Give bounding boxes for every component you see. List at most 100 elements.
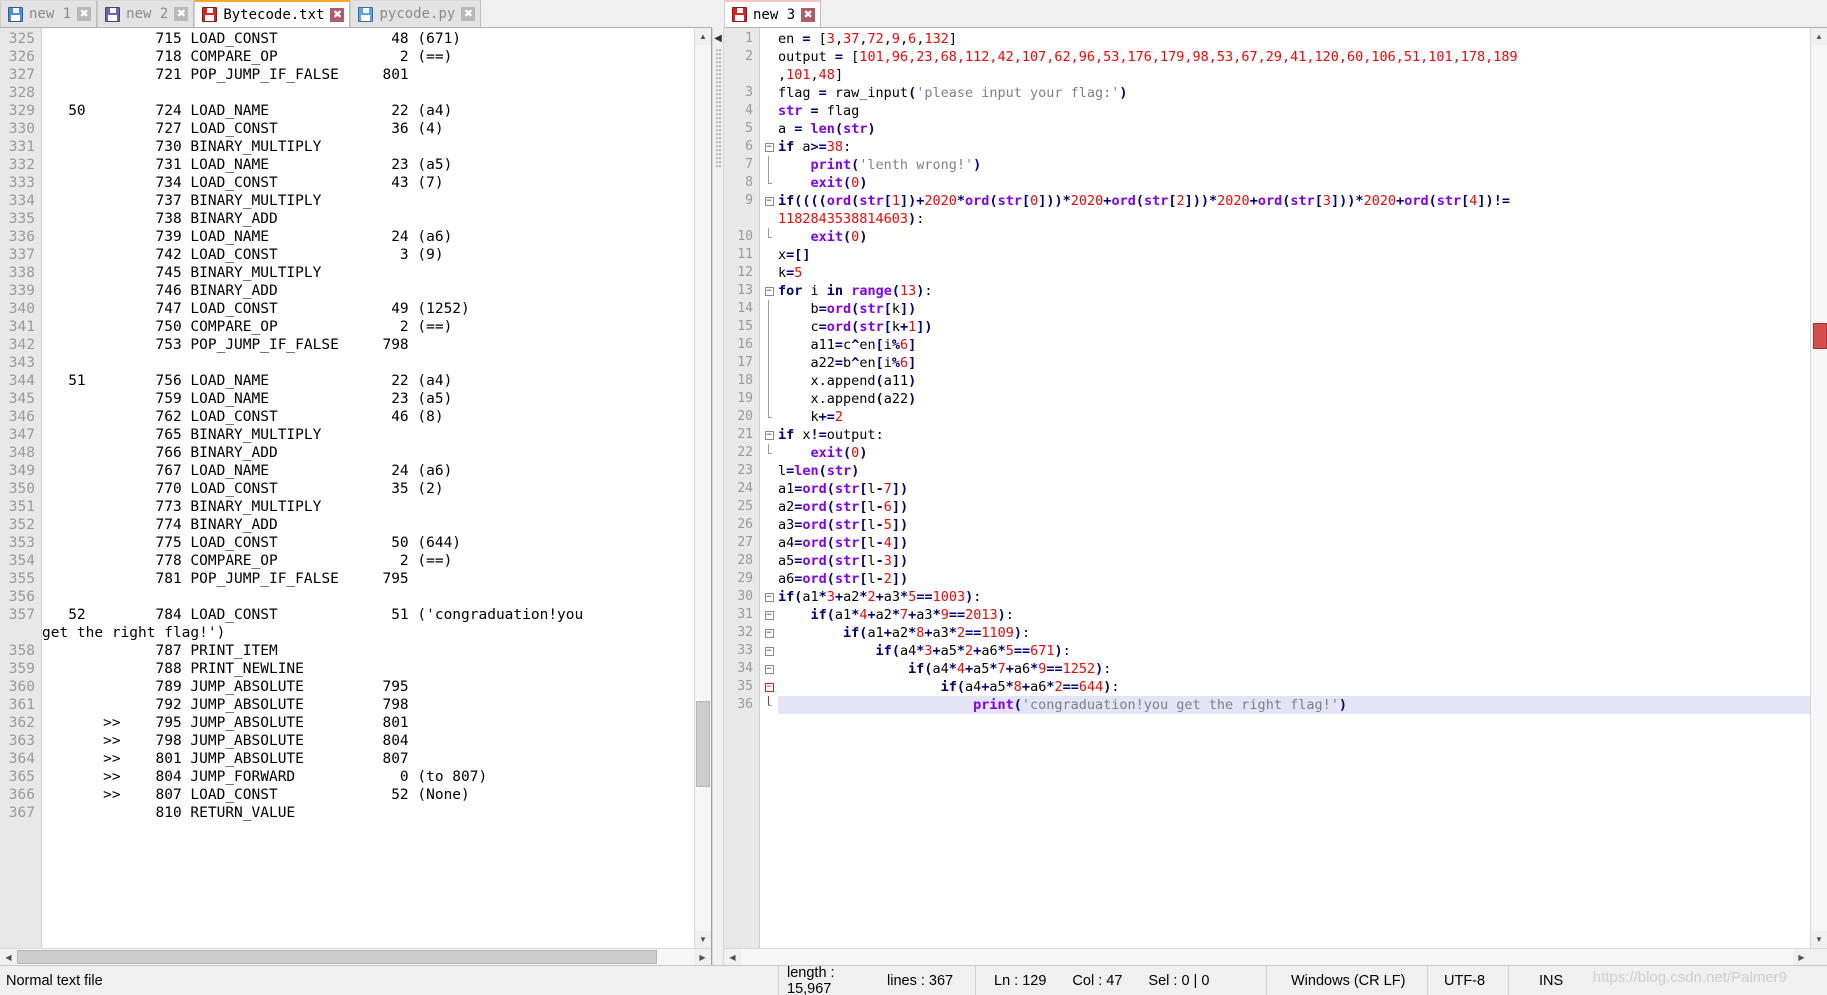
tabstrip-left[interactable]: new 1 ✖ new 2 ✖ Bytecode.txt ✖ pycode.py ✖ — [0, 0, 712, 28]
code-line[interactable]: exit(0) — [778, 174, 1810, 192]
bytecode-line[interactable]: 747 LOAD_CONST 49 (1252) — [42, 300, 694, 318]
fold-collapse-icon[interactable]: − — [764, 142, 774, 152]
bytecode-line[interactable]: 738 BINARY_ADD — [42, 210, 694, 228]
scroll-down-button-left[interactable]: ▼ — [695, 931, 711, 948]
code-line[interactable]: if a>=38: — [778, 138, 1810, 156]
close-icon[interactable]: ✖ — [801, 7, 816, 22]
scroll-right-button-left[interactable]: ▶ — [694, 949, 711, 965]
code-folding-margin[interactable]: − − − − − − − − − − — [760, 28, 778, 948]
bytecode-line[interactable]: >> 804 JUMP_FORWARD 0 (to 807) — [42, 768, 694, 786]
bytecode-line[interactable]: 739 LOAD_NAME 24 (a6) — [42, 228, 694, 246]
code-line[interactable]: if x!=output: — [778, 426, 1810, 444]
code-line[interactable]: print('lenth wrong!') — [778, 156, 1810, 174]
fold-marker[interactable] — [760, 318, 778, 336]
code-line[interactable]: output = [101,96,23,68,112,42,107,62,96,… — [778, 48, 1810, 66]
scroll-left-button-left[interactable]: ◀ — [0, 949, 17, 965]
vertical-scroll-track-right[interactable] — [1811, 45, 1827, 931]
code-line[interactable]: a22=b^en[i%6] — [778, 354, 1810, 372]
fold-collapse-icon[interactable]: − — [764, 286, 774, 296]
bytecode-line[interactable]: 781 POP_JUMP_IF_FALSE 795 — [42, 570, 694, 588]
bytecode-line[interactable]: 718 COMPARE_OP 2 (==) — [42, 48, 694, 66]
bytecode-line[interactable]: 810 RETURN_VALUE — [42, 804, 694, 822]
fold-collapse-icon[interactable]: − — [764, 646, 774, 656]
code-line[interactable]: for i in range(13): — [778, 282, 1810, 300]
fold-marker[interactable] — [760, 444, 778, 462]
code-line[interactable]: b=ord(str[k]) — [778, 300, 1810, 318]
code-line[interactable]: a1=ord(str[l-7]) — [778, 480, 1810, 498]
bytecode-line[interactable]: 750 COMPARE_OP 2 (==) — [42, 318, 694, 336]
code-line[interactable]: a = len(str) — [778, 120, 1810, 138]
fold-marker[interactable]: − — [760, 660, 778, 678]
bytecode-line[interactable]: 746 BINARY_ADD — [42, 282, 694, 300]
horizontal-scroll-thumb-left[interactable] — [17, 950, 657, 964]
fold-collapse-icon[interactable]: − — [764, 628, 774, 638]
bytecode-line[interactable]: 766 BINARY_ADD — [42, 444, 694, 462]
fold-collapse-icon[interactable]: − — [764, 430, 774, 440]
code-line[interactable]: en = [3,37,72,9,6,132] — [778, 30, 1810, 48]
bytecode-line[interactable]: >> 795 JUMP_ABSOLUTE 801 — [42, 714, 694, 732]
bytecode-line[interactable]: >> 798 JUMP_ABSOLUTE 804 — [42, 732, 694, 750]
code-line[interactable]: a11=c^en[i%6] — [778, 336, 1810, 354]
close-icon[interactable]: ✖ — [77, 7, 92, 21]
code-line[interactable]: a5=ord(str[l-3]) — [778, 552, 1810, 570]
code-line[interactable]: if(a4*3+a5*2+a6*5==671): — [778, 642, 1810, 660]
code-line[interactable]: x.append(a11) — [778, 372, 1810, 390]
bytecode-line[interactable]: 762 LOAD_CONST 46 (8) — [42, 408, 694, 426]
bytecode-line[interactable]: 778 COMPARE_OP 2 (==) — [42, 552, 694, 570]
bytecode-line[interactable]: >> 801 JUMP_ABSOLUTE 807 — [42, 750, 694, 768]
pane-splitter[interactable]: ◀ — [712, 28, 724, 965]
fold-marker[interactable]: − — [760, 678, 778, 696]
tab-new-1[interactable]: new 1 ✖ — [0, 0, 98, 27]
bytecode-line[interactable]: 715 LOAD_CONST 48 (671) — [42, 30, 694, 48]
vertical-scroll-track-left[interactable] — [695, 45, 711, 931]
bytecode-line[interactable]: 727 LOAD_CONST 36 (4) — [42, 120, 694, 138]
code-line[interactable]: print('congraduation!you get the right f… — [778, 696, 1810, 714]
horizontal-scroll-track-left[interactable] — [17, 949, 694, 965]
code-line[interactable]: x=[] — [778, 246, 1810, 264]
bytecode-line[interactable] — [42, 84, 694, 102]
code-line[interactable]: if(a1*3+a2*2+a3*5==1003): — [778, 588, 1810, 606]
code-line[interactable]: k=5 — [778, 264, 1810, 282]
fold-marker[interactable] — [760, 354, 778, 372]
code-line[interactable]: l=len(str) — [778, 462, 1810, 480]
horizontal-scrollbar-right[interactable]: ◀ ▶ — [724, 948, 1827, 965]
bytecode-line[interactable]: 773 BINARY_MULTIPLY — [42, 498, 694, 516]
code-line[interactable]: flag = raw_input('please input your flag… — [778, 84, 1810, 102]
bytecode-line[interactable]: 742 LOAD_CONST 3 (9) — [42, 246, 694, 264]
fold-marker[interactable] — [760, 300, 778, 318]
bytecode-line[interactable]: 775 LOAD_CONST 50 (644) — [42, 534, 694, 552]
bytecode-line[interactable]: 737 BINARY_MULTIPLY — [42, 192, 694, 210]
fold-marker[interactable] — [760, 174, 778, 192]
splitter-grip-icon[interactable] — [715, 49, 721, 169]
fold-marker[interactable] — [760, 390, 778, 408]
bytecode-line[interactable]: 759 LOAD_NAME 23 (a5) — [42, 390, 694, 408]
fold-marker[interactable]: − — [760, 138, 778, 156]
bytecode-line[interactable]: >> 807 LOAD_CONST 52 (None) — [42, 786, 694, 804]
fold-collapse-icon[interactable]: − — [764, 664, 774, 674]
code-area-pycode[interactable]: en = [3,37,72,9,6,132] output = [101,96,2… — [778, 28, 1810, 948]
code-line[interactable]: a4=ord(str[l-4]) — [778, 534, 1810, 552]
bytecode-line[interactable]: 753 POP_JUMP_IF_FALSE 798 — [42, 336, 694, 354]
tab-pycode-py[interactable]: pycode.py ✖ — [350, 0, 482, 27]
code-line[interactable]: if(a1+a2*8+a3*2==1109): — [778, 624, 1810, 642]
scroll-up-button-right[interactable]: ▲ — [1811, 28, 1827, 45]
close-icon[interactable]: ✖ — [461, 7, 476, 21]
vertical-scrollbar-right[interactable]: ▲ ▼ — [1810, 28, 1827, 948]
fold-marker[interactable]: − — [760, 426, 778, 444]
wrapped-code-line[interactable]: ,101,48] — [778, 66, 1810, 84]
bytecode-line[interactable]: 721 POP_JUMP_IF_FALSE 801 — [42, 66, 694, 84]
fold-collapse-icon[interactable]: − — [764, 592, 774, 602]
code-line[interactable]: k+=2 — [778, 408, 1810, 426]
code-line[interactable]: a2=ord(str[l-6]) — [778, 498, 1810, 516]
close-icon[interactable]: ✖ — [174, 7, 189, 21]
fold-collapse-icon[interactable]: − — [764, 196, 774, 206]
bytecode-line[interactable]: 765 BINARY_MULTIPLY — [42, 426, 694, 444]
bytecode-line[interactable]: 50 724 LOAD_NAME 22 (a4) — [42, 102, 694, 120]
vertical-scrollbar-left[interactable]: ▲ ▼ — [694, 28, 711, 948]
bytecode-line[interactable] — [42, 354, 694, 372]
bytecode-line[interactable]: 789 JUMP_ABSOLUTE 795 — [42, 678, 694, 696]
bytecode-line[interactable]: 52 784 LOAD_CONST 51 ('congraduation!you — [42, 606, 694, 624]
tab-new-2[interactable]: new 2 ✖ — [97, 0, 195, 27]
tab-bytecode-txt[interactable]: Bytecode.txt ✖ — [194, 0, 351, 27]
bytecode-line[interactable]: 731 LOAD_NAME 23 (a5) — [42, 156, 694, 174]
